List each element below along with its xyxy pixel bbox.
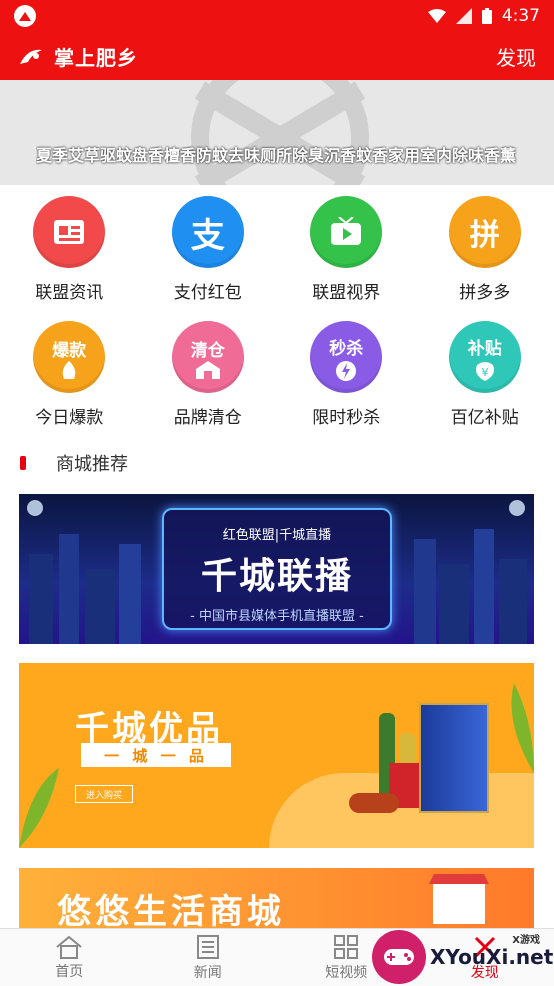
nav-label: 新闻	[193, 964, 222, 981]
youpin-ribbon: 一 城 一 品	[81, 743, 231, 767]
gamepad-icon	[372, 930, 426, 984]
news-icon	[33, 196, 106, 268]
grid-label: 支付红包	[173, 283, 242, 303]
youpin-card[interactable]: 千城优品 一 城 一 品 进入购买	[19, 663, 534, 848]
site-watermark: XYouXi.net X游戏	[372, 928, 554, 986]
grid-label: 限时秒杀	[312, 408, 381, 428]
banner-caption: 夏季艾草驱蚊盘香檀香防蚊去味厕所除臭沉香蚊香家用室内除味香薰	[36, 146, 517, 165]
grid-label: 拼多多	[459, 283, 511, 303]
section-title: 商城推荐	[56, 454, 128, 475]
status-bar: 4:37	[0, 0, 554, 32]
app-logo-icon	[14, 5, 36, 27]
news-doc-icon	[196, 934, 219, 959]
leaf-icon	[19, 768, 59, 848]
app-title: 掌上肥乡	[54, 45, 138, 70]
grid-item-brand-clearance[interactable]: 清仓 品牌清仓	[139, 321, 278, 428]
signal-icon	[455, 8, 472, 24]
grid-item-pinduoduo[interactable]: 拼 拼多多	[416, 196, 554, 303]
battery-icon	[481, 8, 492, 24]
section-heading: 商城推荐	[20, 450, 128, 476]
clearance-icon: 清仓	[171, 321, 244, 393]
live-stream-card[interactable]: 红色联盟|千城直播 千城联播 - 中国市县媒体手机直播联盟 -	[19, 494, 534, 644]
grid-label: 联盟视界	[312, 283, 381, 303]
live-title: 千城联播	[200, 556, 353, 597]
discover-link[interactable]: 发现	[496, 42, 536, 71]
alipay-icon: 支	[171, 196, 244, 268]
gift-box-icon	[419, 703, 489, 813]
nav-home[interactable]: 首页	[0, 929, 139, 986]
feature-grid: 联盟资讯 支 支付红包 联盟视界 拼 拼多多 爆款 今日爆款 清仓 品牌清仓 秒…	[0, 196, 554, 428]
grid-label: 联盟资讯	[35, 283, 104, 303]
status-time: 4:37	[501, 6, 540, 26]
watermark-small-text: X游戏	[512, 935, 540, 946]
live-stream-box: 红色联盟|千城直播 千城联播 - 中国市县媒体手机直播联盟 -	[162, 508, 392, 630]
svg-text:¥: ¥	[481, 366, 488, 379]
flash-sale-icon: 秒杀	[310, 321, 383, 393]
nav-label: 短视频	[325, 964, 368, 981]
grid-item-subsidy[interactable]: 补贴 ¥ 百亿补贴	[416, 321, 554, 428]
grid-label: 今日爆款	[35, 408, 104, 428]
grid-item-league-news[interactable]: 联盟资讯	[0, 196, 139, 303]
leaf-icon	[511, 683, 534, 773]
wifi-icon	[427, 9, 446, 23]
grid-item-pay-redpacket[interactable]: 支 支付红包	[139, 196, 278, 303]
brand-logo-icon	[20, 49, 42, 64]
hot-deal-icon: 爆款	[33, 321, 106, 393]
shop-title: 悠悠生活商城	[57, 892, 285, 928]
banner-watermark-icon	[191, 80, 369, 185]
pinduoduo-icon: 拼	[448, 196, 521, 268]
app-header: 掌上肥乡 发现	[0, 32, 554, 80]
nav-news[interactable]: 新闻	[139, 929, 278, 986]
grid-label: 品牌清仓	[173, 408, 242, 428]
enter-buy-button[interactable]: 进入购买	[75, 785, 133, 803]
watermark-text: XYouXi.net	[430, 945, 554, 969]
shop-card[interactable]: 悠悠生活商城	[19, 868, 534, 928]
nav-label: 首页	[55, 963, 84, 980]
grid-icon	[334, 934, 359, 959]
grid-item-flash-sale[interactable]: 秒杀 限时秒杀	[277, 321, 416, 428]
tv-icon	[310, 196, 383, 268]
grid-item-hot-deals[interactable]: 爆款 今日爆款	[0, 321, 139, 428]
fruit-icon	[349, 793, 399, 813]
live-subtitle: 红色联盟|千城直播	[222, 528, 332, 543]
live-caption: - 中国市县媒体手机直播联盟 -	[190, 609, 364, 624]
subsidy-icon: 补贴 ¥	[448, 321, 521, 393]
grid-item-league-vision[interactable]: 联盟视界	[277, 196, 416, 303]
home-icon	[56, 935, 82, 959]
section-marker	[20, 456, 26, 470]
promo-banner[interactable]: 夏季艾草驱蚊盘香檀香防蚊去味厕所除臭沉香蚊香家用室内除味香薰	[0, 80, 554, 185]
grid-label: 百亿补贴	[450, 408, 519, 428]
storefront-icon	[429, 874, 489, 924]
